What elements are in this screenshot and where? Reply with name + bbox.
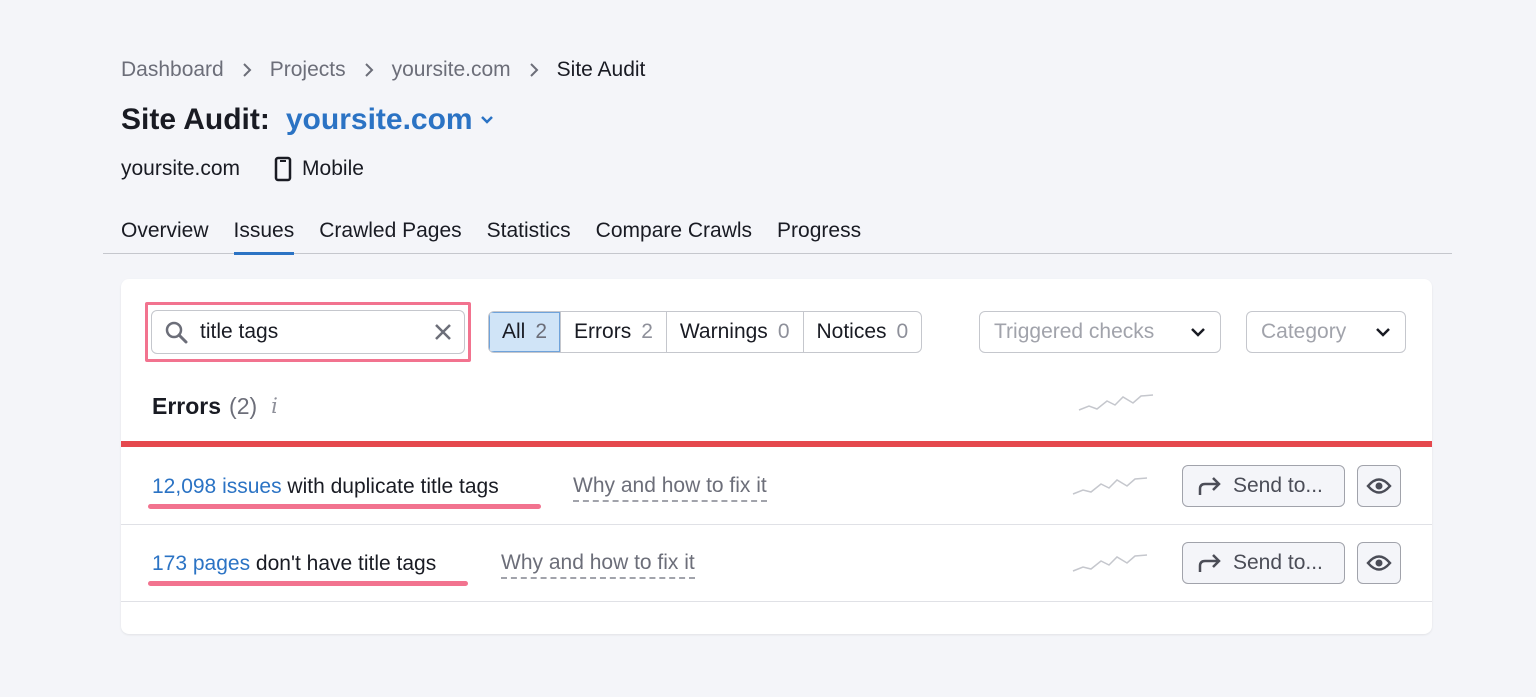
info-icon[interactable]: i (271, 394, 278, 418)
triggered-checks-label: Triggered checks (994, 320, 1155, 343)
issue-description: with duplicate title tags (281, 475, 499, 498)
issues-card: All 2 Errors 2 Warnings 0 Notices 0 Trig… (121, 279, 1432, 634)
chevron-down-icon (1191, 328, 1205, 337)
filter-errors[interactable]: Errors 2 (561, 312, 667, 352)
issue-type-filter: All 2 Errors 2 Warnings 0 Notices 0 (488, 311, 923, 353)
device-indicator: Mobile (274, 156, 364, 182)
table-row: 173 pages don't have title tags Why and … (121, 526, 1432, 602)
issue-description: don't have title tags (250, 552, 437, 575)
filter-all[interactable]: All 2 (489, 312, 562, 352)
project-meta: yoursite.com Mobile (121, 155, 364, 183)
tab-overview[interactable]: Overview (121, 210, 209, 254)
device-label: Mobile (302, 157, 364, 180)
share-arrow-icon (1198, 477, 1221, 495)
tab-crawled-pages[interactable]: Crawled Pages (319, 210, 461, 254)
send-to-label: Send to... (1233, 474, 1323, 497)
filter-notices[interactable]: Notices 0 (804, 312, 922, 352)
errors-section-header: Errors (2) i (152, 391, 278, 421)
filter-all-count: 2 (535, 320, 548, 343)
search-box[interactable] (151, 310, 465, 354)
category-dropdown[interactable]: Category (1246, 311, 1406, 353)
tab-statistics[interactable]: Statistics (487, 210, 571, 254)
why-fix-link[interactable]: Why and how to fix it (501, 549, 695, 579)
eye-icon (1366, 478, 1392, 494)
issue-title: 173 pages don't have title tags (152, 549, 436, 579)
filter-errors-count: 2 (641, 320, 653, 343)
filter-notices-count: 0 (896, 320, 909, 343)
chevron-down-icon[interactable] (479, 114, 495, 126)
filter-errors-label: Errors (574, 320, 632, 343)
why-fix-link[interactable]: Why and how to fix it (573, 472, 767, 502)
issue-highlight (148, 581, 468, 586)
filter-warnings-count: 0 (777, 320, 790, 343)
page-title: Site Audit: yoursite.com (121, 100, 495, 140)
trend-sparkline-icon (1078, 394, 1154, 411)
share-arrow-icon (1198, 554, 1221, 572)
search-input[interactable] (200, 320, 434, 344)
breadcrumb-dashboard[interactable]: Dashboard (121, 58, 224, 82)
breadcrumb-current: Site Audit (556, 58, 646, 81)
issue-count-link[interactable]: 173 pages (152, 552, 250, 575)
filter-warnings[interactable]: Warnings 0 (667, 312, 804, 352)
send-to-button[interactable]: Send to... (1182, 542, 1345, 584)
tab-progress[interactable]: Progress (777, 210, 861, 254)
breadcrumb-projects[interactable]: Projects (270, 58, 346, 82)
eye-icon (1366, 555, 1392, 571)
issue-highlight (148, 504, 541, 509)
table-row: 12,098 issues with duplicate title tags … (121, 449, 1432, 525)
trend-sparkline-icon (1072, 477, 1148, 495)
issue-count-link[interactable]: 12,098 issues (152, 475, 282, 498)
filter-all-label: All (502, 320, 526, 343)
project-selector[interactable]: yoursite.com (286, 103, 473, 137)
send-to-button[interactable]: Send to... (1182, 465, 1345, 507)
section-count: (2) (229, 392, 258, 419)
eye-toggle-button[interactable] (1357, 542, 1401, 584)
chevron-down-icon (1376, 328, 1390, 337)
section-title: Errors (152, 392, 222, 419)
domain-label: yoursite.com (121, 157, 241, 180)
breadcrumb-site[interactable]: yoursite.com (392, 58, 511, 82)
filter-warnings-label: Warnings (679, 320, 768, 343)
eye-toggle-button[interactable] (1357, 465, 1401, 507)
tab-compare-crawls[interactable]: Compare Crawls (596, 210, 752, 254)
issue-title: 12,098 issues with duplicate title tags (152, 472, 499, 502)
page-title-prefix: Site Audit: (121, 103, 270, 136)
search-icon (165, 321, 188, 344)
send-to-label: Send to... (1233, 551, 1323, 574)
error-indicator-bar (121, 441, 1432, 447)
close-icon[interactable] (434, 323, 452, 341)
triggered-checks-dropdown[interactable]: Triggered checks (979, 311, 1221, 353)
chevron-right-icon (364, 62, 374, 78)
tab-bar: Overview Issues Crawled Pages Statistics… (103, 210, 1452, 255)
category-label: Category (1261, 320, 1347, 343)
chevron-right-icon (529, 62, 539, 78)
breadcrumb: Dashboard Projects yoursite.com Site Aud… (121, 56, 645, 84)
filter-notices-label: Notices (816, 320, 887, 343)
chevron-right-icon (242, 62, 252, 78)
mobile-icon (274, 156, 292, 182)
tab-issues[interactable]: Issues (233, 210, 294, 255)
trend-sparkline-icon (1072, 554, 1148, 572)
